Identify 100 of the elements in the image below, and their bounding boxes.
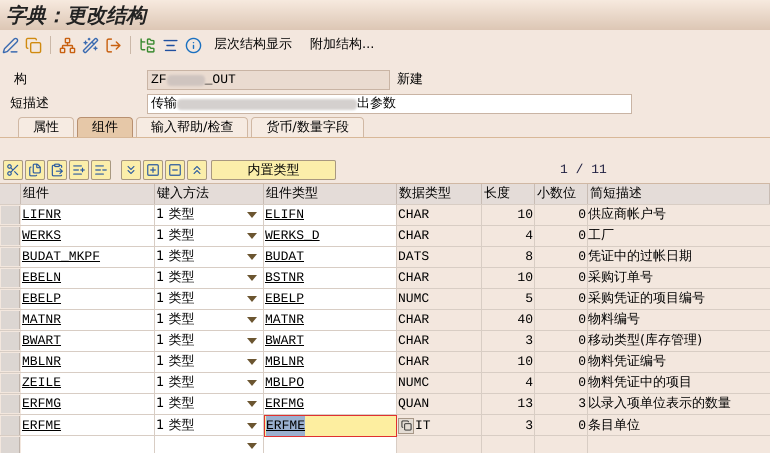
entry-method-dropdown[interactable]: 1 类型 — [155, 373, 264, 393]
collapse-icon[interactable] — [165, 160, 185, 180]
table-cell[interactable]: MBLPO — [264, 373, 397, 393]
table-cell-text: CHAR — [397, 269, 430, 288]
table-cell[interactable]: ZEILE — [21, 373, 155, 393]
table-cell-text: 物料凭证中的项目 — [588, 374, 693, 392]
table-cell: 10 — [482, 205, 535, 225]
tab[interactable]: 输入帮助/检查 — [136, 117, 248, 137]
column-header[interactable]: 组件类型 — [264, 184, 397, 204]
value-help-icon[interactable] — [398, 418, 414, 434]
table-cell[interactable]: MBLNR — [264, 352, 397, 372]
table-cell-text: 物料凭证编号 — [588, 353, 667, 372]
hierarchy-icon[interactable] — [59, 36, 76, 54]
table-cell: 4 — [482, 373, 535, 393]
table-cell: 0 — [535, 415, 588, 436]
table-cell: 0 — [535, 226, 588, 246]
table-cell[interactable]: BWART — [264, 331, 397, 351]
tab[interactable]: 属性 — [18, 117, 74, 137]
dropdown-caret-icon[interactable] — [247, 359, 257, 365]
entry-method-dropdown[interactable]: 1 类型 — [155, 226, 264, 246]
table-cell-text: 以录入项单位表示的数量 — [588, 395, 732, 414]
dropdown-caret-icon[interactable] — [247, 254, 257, 260]
table-cell[interactable]: WERKS — [21, 226, 155, 246]
table-cell: 0 — [535, 310, 588, 330]
dropdown-caret-icon[interactable] — [247, 317, 257, 323]
paste-icon[interactable] — [47, 160, 67, 180]
table-cell[interactable]: MATNR — [21, 310, 155, 330]
table-cell: 3 — [535, 394, 588, 414]
column-header[interactable]: 长度 — [482, 184, 535, 204]
column-header[interactable]: 键入方法 — [155, 184, 264, 204]
info-icon[interactable] — [185, 36, 202, 54]
table-cell[interactable]: BSTNR — [264, 268, 397, 288]
copy-icon[interactable] — [25, 160, 45, 180]
table-cell[interactable]: ERFMG — [21, 394, 155, 414]
entry-method-dropdown[interactable]: 1 类型 — [155, 331, 264, 351]
dropdown-caret-icon[interactable] — [247, 275, 257, 281]
dropdown-caret-icon[interactable] — [247, 401, 257, 407]
expand-icon[interactable] — [143, 160, 163, 180]
dropdown-caret-icon[interactable] — [247, 233, 257, 239]
dropdown-caret-icon[interactable] — [247, 422, 257, 429]
table-cell[interactable]: BWART — [21, 331, 155, 351]
page-counter: 1 / 11 — [560, 161, 607, 180]
tab[interactable]: 货币/数量字段 — [251, 117, 364, 137]
table-cell: 0 — [535, 373, 588, 393]
table-cell[interactable]: MATNR — [264, 310, 397, 330]
table-cell[interactable]: BUDAT — [264, 247, 397, 267]
table-cell[interactable]: LIFNR — [21, 205, 155, 225]
entry-method-dropdown[interactable]: 1 类型 — [155, 394, 264, 414]
dropdown-caret-icon[interactable] — [247, 443, 257, 449]
field-label: 构 — [14, 71, 28, 90]
dropdown-caret-icon[interactable] — [247, 338, 257, 344]
insert-row-icon[interactable] — [69, 160, 89, 180]
table-cell: 0 — [535, 205, 588, 225]
structure-field[interactable]: ZF _OUT — [147, 70, 390, 90]
column-header[interactable]: 简短描述 — [588, 184, 770, 204]
table-cell: 4 — [482, 226, 535, 246]
pencil-icon[interactable] — [2, 36, 19, 54]
delete-row-icon[interactable] — [91, 160, 111, 180]
builtin-type-button[interactable]: 内置类型 — [211, 160, 336, 180]
toolbar-button[interactable]: 层次结构显示 — [208, 35, 298, 55]
table-cell[interactable]: EBELP — [21, 289, 155, 309]
export-icon[interactable] — [105, 36, 122, 54]
entry-method-dropdown[interactable]: 1 类型 — [155, 205, 264, 225]
entry-method-dropdown[interactable]: 1 类型 — [155, 352, 264, 372]
column-header[interactable]: 组件 — [21, 184, 155, 204]
scroll-up-icon[interactable] — [187, 160, 207, 180]
entry-method-dropdown[interactable]: 1 类型 — [155, 268, 264, 288]
table-cell[interactable]: WERKS_D — [264, 226, 397, 246]
column-header[interactable]: 小数位 — [535, 184, 588, 204]
table-cell[interactable]: ELIFN — [264, 205, 397, 225]
wand-icon[interactable] — [82, 36, 99, 54]
dropdown-caret-icon[interactable] — [247, 380, 257, 386]
cut-icon[interactable] — [3, 160, 23, 180]
description-field[interactable]: 传输 出参数 — [147, 94, 632, 114]
dropdown-caret-icon[interactable] — [247, 296, 257, 302]
toolbar-button[interactable]: 附加结构... — [304, 35, 380, 55]
entry-method-dropdown[interactable]: 1 类型 — [155, 289, 264, 309]
scroll-down-icon[interactable] — [121, 160, 141, 180]
table-cell[interactable]: BUDAT_MKPF — [21, 247, 155, 267]
table-cell[interactable]: ERFMG — [264, 394, 397, 414]
column-header[interactable]: 数据类型 — [397, 184, 482, 204]
table-cell-text: QUAN — [397, 395, 430, 414]
table-cell-text: CHAR — [397, 353, 430, 372]
entry-method-dropdown[interactable]: 1 类型 — [155, 247, 264, 267]
table-cell[interactable]: EBELP — [264, 289, 397, 309]
entry-method-dropdown[interactable]: 1 类型 — [155, 415, 264, 436]
table-cell[interactable]: MBLNR — [21, 352, 155, 372]
table-cell[interactable]: EBELN — [21, 268, 155, 288]
entry-method-dropdown[interactable]: 1 类型 — [155, 310, 264, 330]
tree-icon[interactable] — [139, 36, 156, 54]
table-cell: 0 — [535, 268, 588, 288]
table-cell-text: NUMC — [397, 290, 430, 308]
table-cell[interactable]: ERFME — [21, 415, 155, 436]
blurred-text — [166, 74, 205, 86]
table-cell: 8 — [482, 247, 535, 267]
table-cell-text: 条目单位 — [588, 417, 641, 435]
dropdown-caret-icon[interactable] — [247, 212, 257, 218]
tab[interactable]: 组件 — [77, 117, 133, 137]
table-cell-text: CHAR — [397, 206, 430, 224]
focused-cell[interactable]: ERFME — [264, 415, 397, 436]
